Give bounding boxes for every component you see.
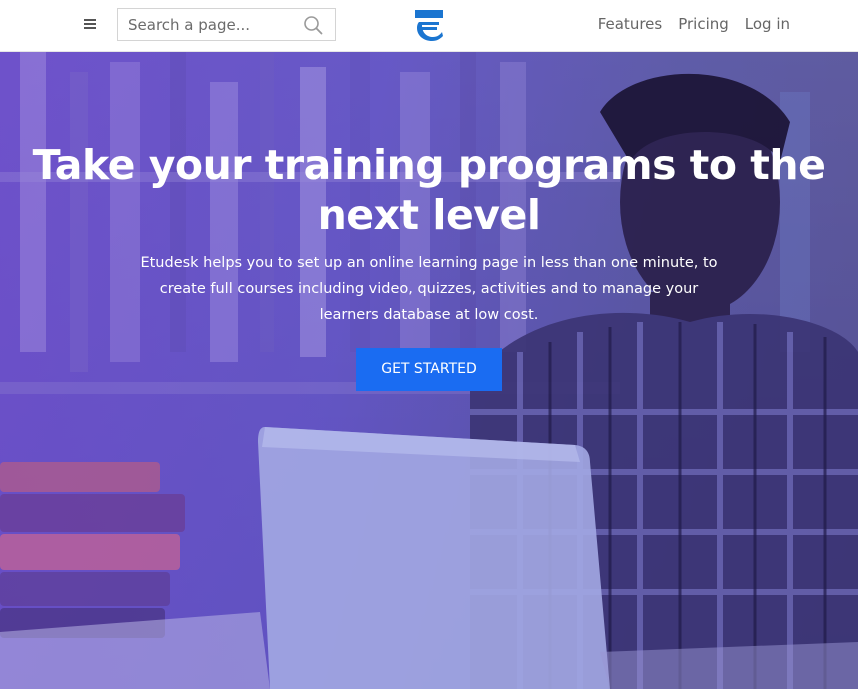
search-box bbox=[117, 8, 336, 41]
nav-login[interactable]: Log in bbox=[745, 15, 790, 33]
nav-pricing[interactable]: Pricing bbox=[678, 15, 729, 33]
hero-title: Take your training programs to the next … bbox=[32, 141, 826, 239]
top-header: Features Pricing Log in bbox=[0, 0, 858, 52]
hero-subtitle: Etudesk helps you to set up an online le… bbox=[140, 255, 718, 323]
menu-icon[interactable] bbox=[82, 15, 100, 33]
search-icon[interactable] bbox=[303, 15, 323, 35]
get-started-button[interactable]: GET STARTED bbox=[356, 348, 502, 391]
nav-features[interactable]: Features bbox=[598, 15, 663, 33]
top-nav: Features Pricing Log in bbox=[598, 15, 790, 33]
hero-content: Take your training programs to the next … bbox=[0, 140, 858, 391]
hero-section: Take your training programs to the next … bbox=[0, 52, 858, 689]
etudesk-logo-icon[interactable] bbox=[413, 8, 445, 42]
search-input[interactable] bbox=[118, 9, 298, 40]
